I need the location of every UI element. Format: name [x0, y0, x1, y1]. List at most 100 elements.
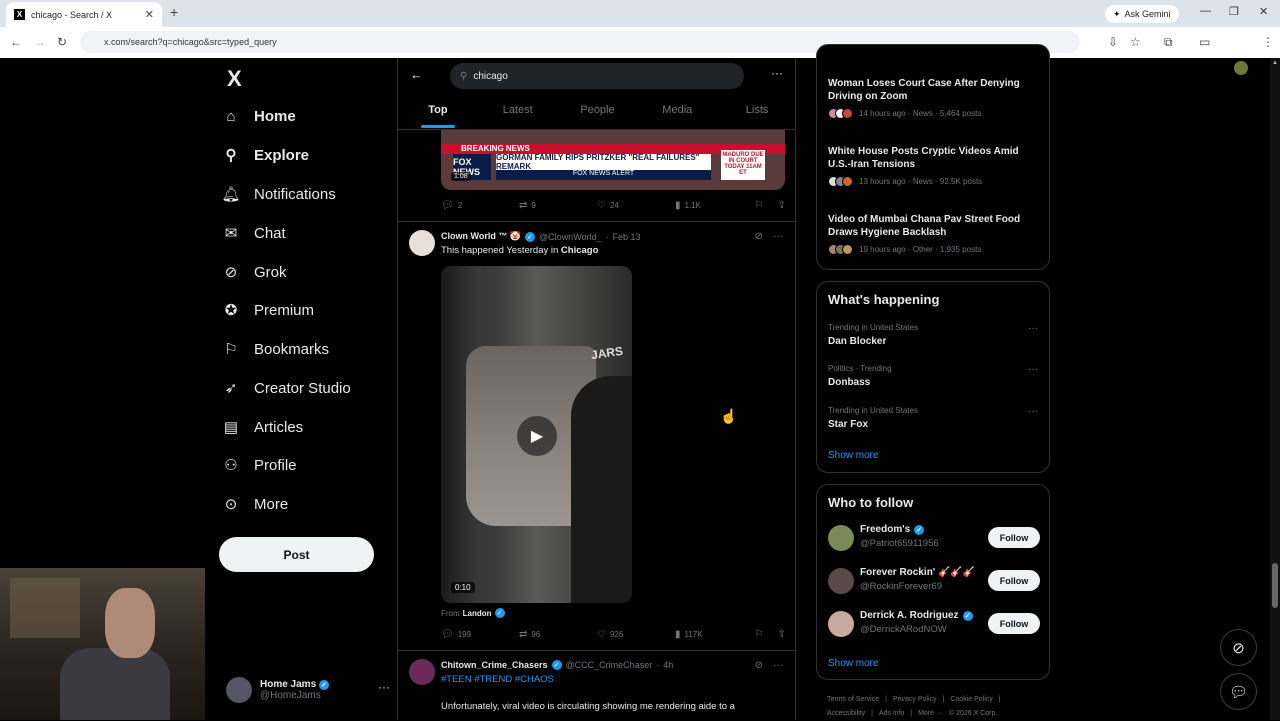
footer-more[interactable]: More ··· [918, 710, 943, 717]
news-item[interactable]: Video of Mumbai Chana Pav Street Food Dr… [828, 213, 1038, 255]
extensions-icon[interactable]: ⧉ [1164, 35, 1173, 50]
tab-lists[interactable]: Lists [717, 100, 795, 130]
more-dots-icon[interactable]: ··· [1028, 323, 1038, 334]
scrollbar-thumb[interactable] [1272, 563, 1278, 608]
tweet-author-handle[interactable]: @ClownWorld_ [539, 232, 602, 242]
close-window-icon[interactable]: ✕ [1259, 5, 1268, 18]
bookmark-icon[interactable]: ⚐ [755, 200, 764, 211]
grok-fab-icon[interactable]: ⊘ [1220, 629, 1257, 666]
tweet-author-name[interactable]: Clown World ™ 🤡 [441, 231, 521, 242]
more-dots-icon[interactable]: ··· [1028, 406, 1038, 417]
account-switcher[interactable]: Home Jams ✓ @HomeJams ··· [226, 672, 396, 708]
avatar[interactable] [828, 568, 854, 594]
news-item[interactable]: Woman Loses Court Case After Denying Dri… [828, 77, 1038, 119]
sidebar-item-creator-studio[interactable]: ➶ Creator Studio [222, 376, 351, 400]
new-tab-button[interactable]: + [170, 4, 178, 20]
sidebar-item-more[interactable]: ⊙ More [222, 492, 288, 516]
more-dots-icon[interactable]: ··· [773, 660, 783, 671]
post-button[interactable]: Post [219, 537, 374, 572]
reply-button[interactable]: 💬︎ 2 [441, 200, 519, 211]
tab-media[interactable]: Media [637, 100, 717, 130]
chat-fab-icon[interactable]: 💬︎ [1220, 673, 1257, 710]
follow-suggestion[interactable]: Derrick A. Rodriguez ✓ @DerrickARodNOW Fo… [828, 609, 1040, 639]
grok-icon[interactable]: ⊘ [755, 231, 763, 242]
play-icon[interactable]: ▶ [517, 416, 557, 456]
sidebar-item-grok[interactable]: ⊘ Grok [222, 260, 287, 284]
trend-item[interactable]: Trending in United States Star Fox ··· [828, 406, 1038, 430]
scroll-up-icon[interactable]: ▲ [1272, 60, 1278, 66]
trend-item[interactable]: Politics · Trending Donbass ··· [828, 364, 1038, 388]
sidebar-item-notifications[interactable]: 🔔︎ Notifications [221, 182, 335, 206]
like-button[interactable]: ♡ 926 [597, 629, 675, 640]
follow-suggestion[interactable]: Forever Rockin' 🎸🎸🎸 @RockinForever69 Fol… [828, 566, 1040, 596]
show-more-link[interactable]: Show more [828, 658, 879, 669]
avatar[interactable] [409, 230, 435, 256]
star-icon[interactable]: ☆ [1130, 35, 1141, 49]
x-logo[interactable]: X [227, 66, 242, 92]
like-button[interactable]: ♡ 24 [597, 200, 675, 211]
trend-item[interactable]: Trending in United States Dan Blocker ··· [828, 323, 1038, 347]
back-icon[interactable]: ← [10, 35, 22, 49]
tab-people[interactable]: People [558, 100, 638, 130]
footer-accessibility[interactable]: Accessibility [827, 710, 865, 717]
follow-button[interactable]: Follow [988, 527, 1040, 548]
sidebar-label: Bookmarks [254, 340, 330, 358]
grok-icon[interactable]: ⊘ [755, 660, 763, 671]
news-item[interactable]: White House Posts Cryptic Videos Amid U.… [828, 145, 1038, 187]
tab-latest[interactable]: Latest [478, 100, 558, 130]
show-more-link[interactable]: Show more [828, 450, 879, 461]
more-options-icon[interactable]: ··· [771, 66, 783, 80]
more-dots-icon[interactable]: ··· [1028, 364, 1038, 375]
footer-privacy[interactable]: Privacy Policy [893, 696, 937, 703]
tweet-date[interactable]: 4h [663, 660, 673, 670]
share-icon[interactable]: ⇪ [778, 629, 786, 640]
scrollbar[interactable]: ▲ [1270, 58, 1280, 720]
sidepanel-icon[interactable]: ▭ [1199, 35, 1210, 49]
tweet-date[interactable]: Feb 13 [613, 232, 641, 242]
avatar[interactable] [828, 611, 854, 637]
repost-button[interactable]: ⇄ 9 [519, 200, 597, 211]
footer-terms[interactable]: Terms of Service [827, 696, 879, 703]
install-icon[interactable]: ⇩ [1108, 35, 1118, 49]
browser-tab[interactable]: X chicago - Search / X ✕ [6, 2, 162, 27]
more-dots-icon[interactable]: ··· [378, 680, 390, 694]
fox-news-video-thumbnail[interactable]: BREAKING NEWS FOX NEWS GORMAN FAMILY RIP… [441, 130, 785, 190]
from-name[interactable]: Landon [463, 609, 492, 618]
ask-gemini-button[interactable]: ✦ Ask Gemini [1105, 5, 1179, 23]
repost-button[interactable]: ⇄ 96 [519, 629, 597, 640]
minimize-icon[interactable]: — [1200, 5, 1211, 17]
search-input[interactable]: ⚲ chicago [450, 63, 744, 89]
follow-button[interactable]: Follow [988, 570, 1040, 591]
reload-icon[interactable]: ↻ [57, 35, 67, 49]
sidebar-item-chat[interactable]: ✉ Chat [222, 221, 286, 245]
tweet-video[interactable]: JARS ▶ 0:10 [441, 266, 632, 603]
follow-suggestion[interactable]: Freedom's ✓ @Patriot65911956 Follow [828, 523, 1040, 553]
sidebar-item-premium[interactable]: ✪ Premium [222, 298, 314, 322]
sidebar-item-explore[interactable]: ⚲ Explore [222, 143, 310, 167]
more-dots-icon[interactable]: ··· [773, 231, 783, 242]
sidebar-item-profile[interactable]: ⚇ Profile [222, 453, 296, 477]
tweet-hashtags[interactable]: #TEEN #TREND #CHAOS [441, 674, 554, 685]
forward-icon[interactable]: → [34, 35, 46, 49]
sidebar-item-bookmarks[interactable]: ⚐ Bookmarks [222, 337, 329, 361]
profile-avatar[interactable] [1234, 61, 1248, 75]
share-icon[interactable]: ⇪ [778, 200, 786, 211]
avatar[interactable] [828, 525, 854, 551]
views-button[interactable]: ▮ 1.1K [675, 200, 753, 211]
tweet-author-name[interactable]: Chitown_Crime_Chasers [441, 660, 548, 670]
back-arrow-icon[interactable]: ← [410, 67, 423, 82]
tab-top[interactable]: Top [398, 100, 478, 130]
reply-button[interactable]: 💬︎ 199 [441, 629, 519, 640]
footer-ads[interactable]: Ads info [879, 710, 904, 717]
avatar[interactable] [409, 659, 435, 685]
bookmark-icon[interactable]: ⚐ [755, 629, 764, 640]
views-button[interactable]: ▮ 117K [675, 629, 753, 640]
sidebar-item-home[interactable]: ⌂ Home [222, 104, 295, 128]
follow-button[interactable]: Follow [988, 613, 1040, 634]
menu-icon[interactable]: ⋮ [1262, 35, 1274, 49]
tweet-author-handle[interactable]: @CCC_CrimeChaser [566, 660, 653, 670]
close-tab-icon[interactable]: ✕ [145, 8, 154, 21]
restore-icon[interactable]: ❐ [1229, 5, 1239, 18]
sidebar-item-articles[interactable]: ▤ Articles [222, 415, 303, 439]
footer-cookie[interactable]: Cookie Policy [950, 696, 992, 703]
